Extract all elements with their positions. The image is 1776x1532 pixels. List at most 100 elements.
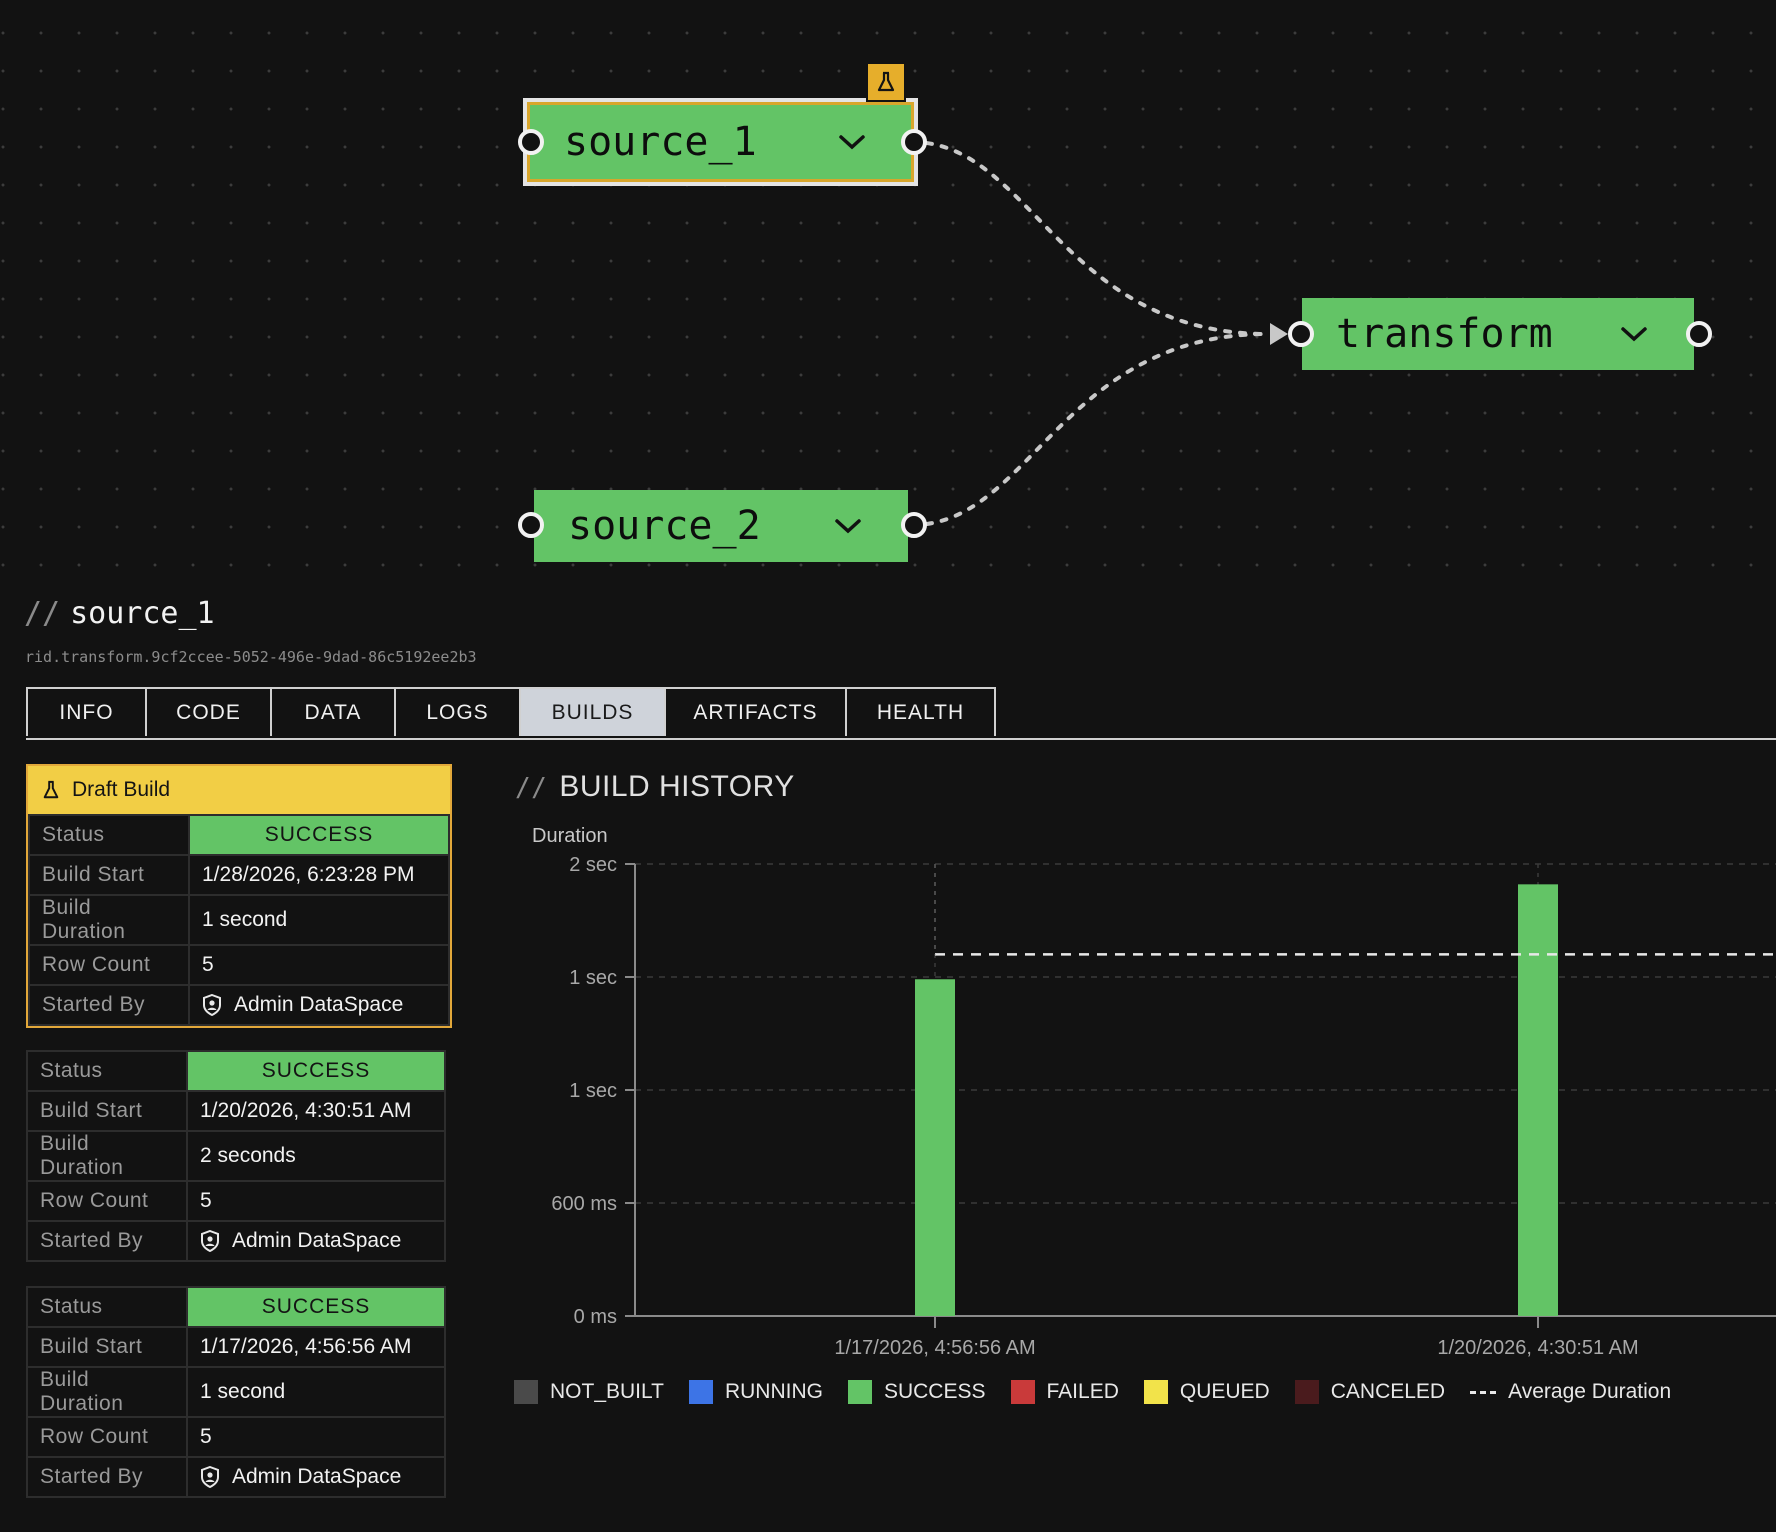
pipeline-graph[interactable]: source_1 source_2 transform xyxy=(0,0,1776,580)
node-source-1[interactable]: source_1 xyxy=(523,98,918,186)
build-start-value: 1/17/2026, 4:56:56 AM xyxy=(186,1326,446,1368)
legend-item: CANCELED xyxy=(1294,1380,1446,1404)
chevron-down-icon[interactable] xyxy=(838,105,866,179)
tab-code[interactable]: CODE xyxy=(145,687,272,736)
output-port[interactable] xyxy=(901,129,927,155)
tab-artifacts[interactable]: ARTIFACTS xyxy=(664,687,847,736)
started-by-value: Admin DataSpace xyxy=(186,1220,446,1262)
chart-legend: NOT_BUILT RUNNING SUCCESS FAILED QUEUED CANCE… xyxy=(514,1380,1696,1404)
legend-swatch xyxy=(514,1380,538,1404)
flask-icon xyxy=(43,780,59,799)
build-details-table: Status SUCCESS Build Start 1/17/2026, 4:56… xyxy=(26,1286,446,1498)
node-label: source_1 xyxy=(564,119,757,165)
chart-bar xyxy=(1518,884,1558,1316)
build-duration-value: 2 seconds xyxy=(186,1130,446,1182)
chevron-down-icon[interactable] xyxy=(834,490,862,562)
tab-builds[interactable]: BUILDS xyxy=(519,687,666,736)
build-start-key: Build Start xyxy=(26,1326,188,1368)
legend-swatch xyxy=(1143,1380,1168,1404)
build-duration-key: Build Duration xyxy=(26,1130,188,1182)
legend-swatch xyxy=(1294,1380,1319,1404)
tab-bar: INFO CODE DATA LOGS BUILDS ARTIFACTS HEA… xyxy=(26,687,1776,740)
row-count-key: Row Count xyxy=(28,944,190,986)
input-port[interactable] xyxy=(518,512,544,538)
y-axis-label: Duration xyxy=(532,825,608,847)
tab-health[interactable]: HEALTH xyxy=(845,687,996,736)
tab-logs[interactable]: LOGS xyxy=(394,687,521,736)
legend-item: Average Duration xyxy=(1470,1380,1671,1404)
draft-build-header: Draft Build xyxy=(28,766,450,814)
row-count-key: Row Count xyxy=(26,1180,188,1222)
row-count-key: Row Count xyxy=(26,1416,188,1458)
started-by-value: Admin DataSpace xyxy=(188,984,450,1026)
legend-label: RUNNING xyxy=(724,1380,823,1403)
started-by-key: Started By xyxy=(26,1456,188,1498)
legend-item: RUNNING xyxy=(688,1380,823,1404)
chevron-down-icon[interactable] xyxy=(1620,298,1648,370)
x-tick-label: 1/20/2026, 4:30:51 AM xyxy=(1437,1337,1638,1359)
node-label: source_2 xyxy=(568,503,761,549)
chart-bar xyxy=(915,979,955,1316)
y-tick-label: 600 ms xyxy=(551,1193,617,1215)
user-shield-icon xyxy=(201,1230,219,1253)
started-by-key: Started By xyxy=(26,1220,188,1262)
draft-build-card[interactable]: Draft Build Status SUCCESS Build Start 1/2… xyxy=(26,764,452,1028)
edge-arrowhead xyxy=(1270,323,1288,345)
legend-label: FAILED xyxy=(1046,1380,1119,1403)
started-by-value: Admin DataSpace xyxy=(186,1456,446,1498)
legend-label: CANCELED xyxy=(1330,1380,1446,1403)
status-badge: SUCCESS xyxy=(186,1050,446,1092)
build-card[interactable]: Status SUCCESS Build Start 1/17/2026, 4:56… xyxy=(26,1286,446,1498)
build-start-value: 1/20/2026, 4:30:51 AM xyxy=(186,1090,446,1132)
edge-source2-transform xyxy=(910,332,1264,527)
legend-swatch xyxy=(688,1380,713,1404)
row-count-value: 5 xyxy=(188,944,450,986)
chart-title: //BUILD HISTORY xyxy=(515,770,795,803)
tab-info[interactable]: INFO xyxy=(26,687,147,736)
legend-dash-swatch xyxy=(1470,1390,1497,1394)
node-source-2[interactable]: source_2 xyxy=(534,490,908,562)
title-slashes: // xyxy=(515,773,548,803)
legend-item: NOT_BUILT xyxy=(514,1380,664,1404)
tab-data[interactable]: DATA xyxy=(270,687,396,736)
build-card[interactable]: Status SUCCESS Build Start 1/20/2026, 4:30… xyxy=(26,1050,446,1262)
title-slashes: // xyxy=(24,596,61,631)
legend-label: SUCCESS xyxy=(883,1380,986,1403)
output-port[interactable] xyxy=(1686,321,1712,347)
row-count-value: 5 xyxy=(186,1416,446,1458)
started-by-key: Started By xyxy=(28,984,190,1026)
legend-swatch xyxy=(847,1380,872,1404)
resource-id: rid.transform.9cf2ccee-5052-496e-9dad-86… xyxy=(25,648,477,666)
edge-source1-transform xyxy=(910,140,1264,336)
input-port[interactable] xyxy=(1288,321,1314,347)
x-tick-label: 1/17/2026, 4:56:56 AM xyxy=(834,1337,1035,1359)
panel-title: //source_1 xyxy=(24,596,215,631)
y-tick-label: 0 ms xyxy=(574,1306,617,1328)
y-tick-label: 1 sec xyxy=(569,1080,617,1102)
build-duration-value: 1 second xyxy=(188,894,450,946)
build-history-chart: Duration 0 ms 600 ms 1 sec 1 sec 2 sec 1/17/20… xyxy=(532,825,1776,1359)
output-port[interactable] xyxy=(901,512,927,538)
status-key: Status xyxy=(26,1286,188,1328)
legend-item: SUCCESS xyxy=(847,1380,986,1404)
draft-build-label: Draft Build xyxy=(72,778,171,801)
build-start-value: 1/28/2026, 6:23:28 PM xyxy=(188,854,450,896)
y-tick-label: 1 sec xyxy=(569,967,617,989)
row-count-value: 5 xyxy=(186,1180,446,1222)
build-details-table: Status SUCCESS Build Start 1/20/2026, 4:30… xyxy=(26,1050,446,1262)
status-badge: SUCCESS xyxy=(188,814,450,856)
input-port[interactable] xyxy=(518,129,544,155)
y-tick-label: 2 sec xyxy=(569,854,617,876)
legend-item: FAILED xyxy=(1010,1380,1119,1404)
legend-label: QUEUED xyxy=(1179,1380,1270,1403)
node-transform[interactable]: transform xyxy=(1302,298,1694,370)
status-key: Status xyxy=(26,1050,188,1092)
legend-swatch xyxy=(1010,1380,1035,1404)
build-duration-key: Build Duration xyxy=(26,1366,188,1418)
flask-icon xyxy=(877,71,895,92)
build-start-key: Build Start xyxy=(26,1090,188,1132)
node-label: transform xyxy=(1336,311,1553,357)
build-details-table: Status SUCCESS Build Start 1/28/2026, 6:23… xyxy=(28,814,450,1026)
status-key: Status xyxy=(28,814,190,856)
user-shield-icon xyxy=(201,1466,219,1489)
